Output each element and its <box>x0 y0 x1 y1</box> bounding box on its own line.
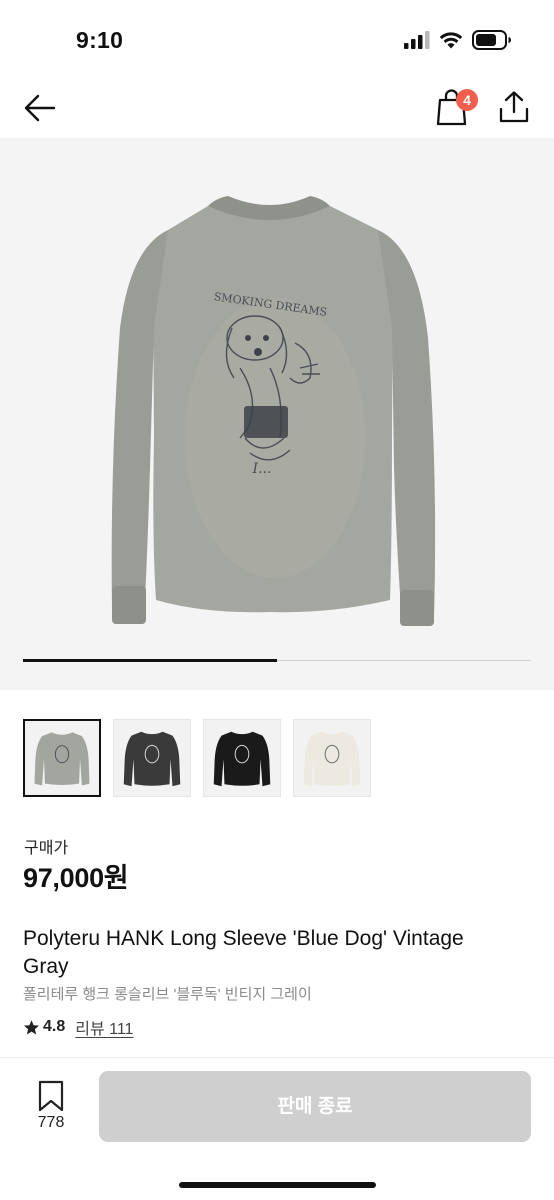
bookmark-icon <box>38 1080 64 1112</box>
arrow-left-icon <box>24 94 56 122</box>
back-button[interactable] <box>22 90 58 126</box>
product-image: SMOKING DREAMS I... <box>111 196 436 626</box>
thumbnail-shirt-image <box>303 731 361 787</box>
rating-row: 4.8 리뷰 111 <box>23 1015 133 1039</box>
carousel-progress-fill <box>23 659 277 662</box>
color-thumbnail-gray[interactable] <box>23 719 101 797</box>
home-indicator <box>179 1182 376 1188</box>
color-thumbnails <box>23 719 371 797</box>
carousel-progress-track <box>23 659 531 662</box>
thumbnail-shirt-image <box>213 731 271 787</box>
price-value: 97,000원 <box>23 863 129 893</box>
product-title-en: Polyteru HANK Long Sleeve 'Blue Dog' Vin… <box>23 927 464 978</box>
divider <box>0 1057 554 1058</box>
bookmark-count: 778 <box>37 1114 65 1131</box>
battery-icon <box>472 30 511 50</box>
star-icon <box>23 1019 40 1034</box>
sale-ended-button[interactable]: 판매 종료 <box>99 1071 531 1142</box>
bookmark-button[interactable]: 778 <box>30 1080 72 1136</box>
wifi-icon <box>439 32 463 49</box>
svg-text:I...: I... <box>252 461 272 477</box>
signal-icon <box>404 31 430 49</box>
status-time: 9:10 <box>76 27 124 53</box>
thumbnail-shirt-image <box>34 732 90 786</box>
color-thumbnail-charcoal[interactable] <box>113 719 191 797</box>
product-image-carousel[interactable]: SMOKING DREAMS I... <box>0 138 554 690</box>
share-icon <box>499 91 529 123</box>
product-title-ko: 폴리테루 행크 롱슬리브 '블루독' 빈티지 그레이 <box>23 986 312 1003</box>
color-thumbnail-black[interactable] <box>203 719 281 797</box>
cart-button[interactable]: 4 <box>436 86 480 126</box>
review-link[interactable]: 리뷰 111 <box>75 1015 133 1039</box>
status-bar: 9:10 <box>0 0 554 80</box>
thumbnail-shirt-image <box>123 731 181 787</box>
color-thumbnail-cream[interactable] <box>293 719 371 797</box>
nav-bar: 4 <box>0 80 554 138</box>
status-icons <box>404 30 512 50</box>
rating-value: 4.8 <box>43 1018 66 1035</box>
cart-badge: 4 <box>456 89 478 111</box>
price-label: 구매가 <box>24 840 69 857</box>
share-button[interactable] <box>498 90 530 124</box>
